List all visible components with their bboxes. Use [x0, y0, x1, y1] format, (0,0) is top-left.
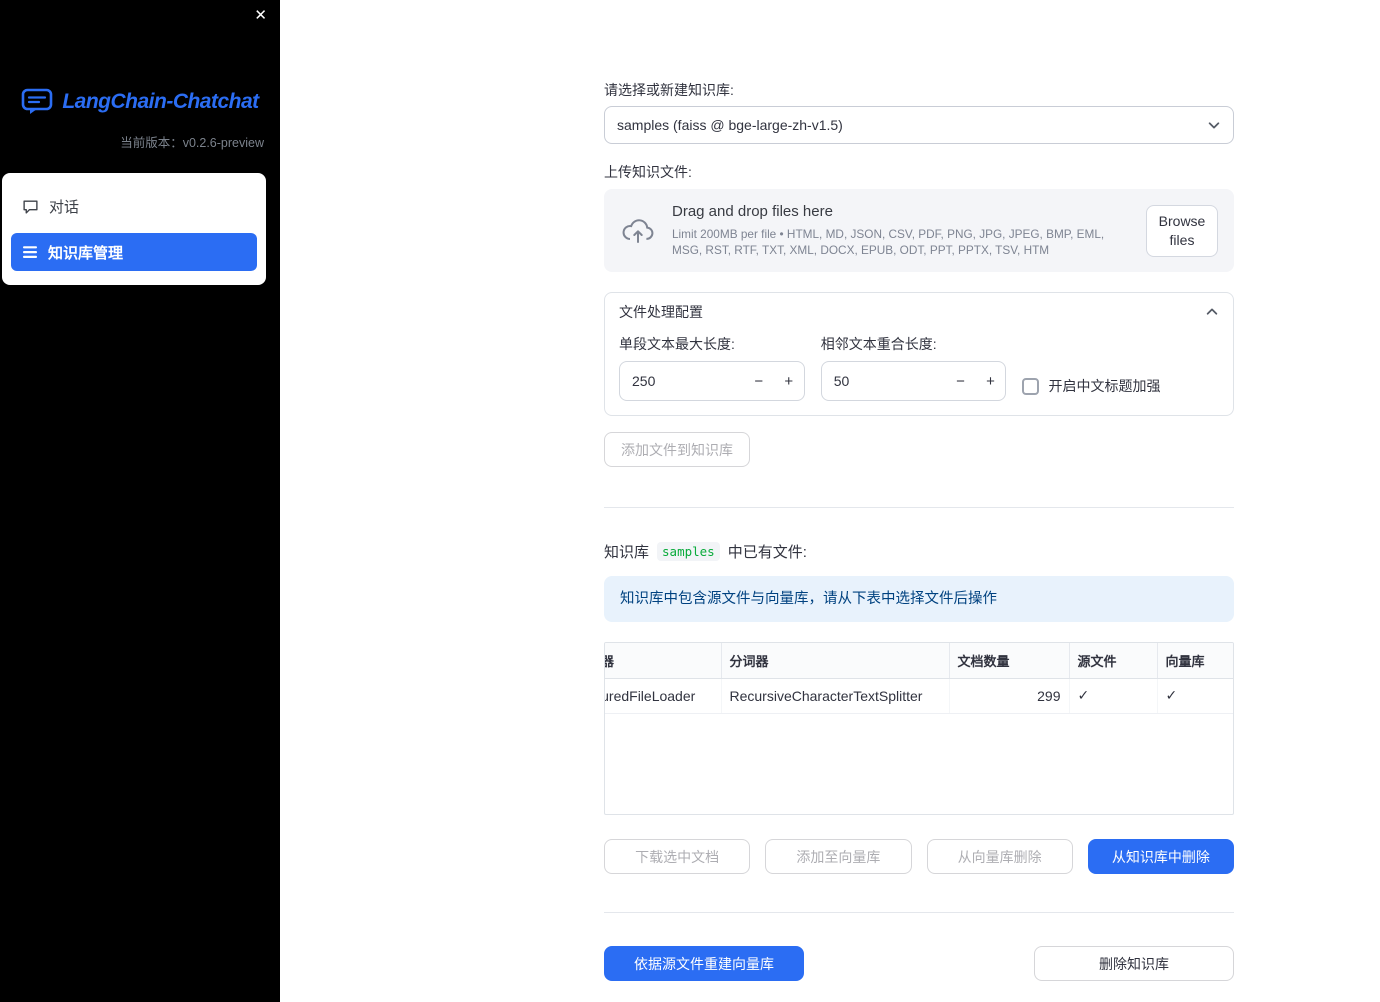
upload-label: 上传知识文件: — [604, 164, 692, 180]
plus-button[interactable]: + — [774, 362, 804, 400]
zh-title-checkbox-label: 开启中文标题加强 — [1048, 378, 1161, 394]
list-icon — [22, 244, 38, 260]
cell-splitter: RecursiveCharacterTextSplitter — [721, 678, 950, 714]
add-files-button[interactable]: 添加文件到知识库 — [604, 432, 750, 467]
chat-icon — [22, 198, 39, 215]
divider — [604, 912, 1234, 913]
delete-from-vector-store-button[interactable]: 从向量库删除 — [926, 839, 1073, 874]
col-splitter[interactable]: 分词器 — [721, 643, 950, 679]
zh-title-checkbox-field: 开启中文标题加强 — [1022, 371, 1219, 401]
logo-text: LangChain-Chatchat — [62, 90, 259, 113]
kb-select-label: 请选择或新建知识库: — [604, 82, 734, 98]
expander-title: 文件处理配置 — [619, 304, 703, 320]
max-length-label: 单段文本最大长度: — [619, 336, 735, 352]
file-config-body: 单段文本最大长度: 250 − + 相邻文本重合长度: 50 − + 开启中文标… — [605, 331, 1233, 415]
add-to-vector-store-button[interactable]: 添加至向量库 — [765, 839, 912, 874]
chevron-down-icon — [1207, 118, 1221, 132]
plus-button[interactable]: + — [975, 362, 1005, 400]
browse-files-button[interactable]: Browse files — [1146, 204, 1218, 257]
file-config-expander-header[interactable]: 文件处理配置 — [605, 293, 1233, 331]
content-column: 请选择或新建知识库: samples (faiss @ bge-large-zh… — [604, 80, 1234, 981]
download-selected-button[interactable]: 下载选中文档 — [604, 839, 751, 874]
sidebar: ✕ LangChain-Chatchat 当前版本：v0.2.6-preview — [0, 0, 280, 1002]
menu-item-label: 知识库管理 — [48, 244, 124, 262]
cell-doc-loader: UnstructuredFileLoader — [605, 678, 722, 714]
cell-source-file-check: ✓ — [1069, 678, 1158, 714]
cell-vector-store-check: ✓ — [1157, 678, 1233, 714]
menu-item-label: 对话 — [49, 198, 80, 216]
kb-files-suffix: 中已有文件: — [727, 544, 807, 561]
max-length-field: 单段文本最大长度: 250 − + — [619, 335, 805, 401]
table-header-row: 文档加载器 分词器 文档数量 源文件 向量库 — [605, 643, 1233, 679]
divider — [604, 507, 1234, 508]
rebuild-vector-store-button[interactable]: 依据源文件重建向量库 — [604, 946, 804, 981]
cloud-upload-icon — [620, 217, 656, 245]
delete-kb-button[interactable]: 删除知识库 — [1034, 946, 1234, 981]
cell-doc-count: 299 — [949, 678, 1070, 714]
overlap-field: 相邻文本重合长度: 50 − + — [820, 335, 1007, 401]
close-icon: ✕ — [254, 7, 267, 24]
kb-name-code: samples — [657, 542, 720, 561]
uploader-drag-text: Drag and drop files here — [672, 203, 833, 220]
col-vector-store[interactable]: 向量库 — [1157, 643, 1233, 679]
minus-button[interactable]: − — [744, 362, 774, 400]
max-length-value[interactable]: 250 — [620, 373, 744, 389]
minus-button[interactable]: − — [945, 362, 975, 400]
logo-chat-icon — [21, 88, 53, 116]
zh-title-checkbox[interactable] — [1022, 377, 1040, 395]
kb-files-heading: 知识库 samples 中已有文件: — [604, 541, 1234, 562]
menu-item-dialogue[interactable]: 对话 — [11, 187, 257, 225]
kb-select[interactable]: samples (faiss @ bge-large-zh-v1.5) — [604, 106, 1234, 144]
files-table-grid: 文档加载器 分词器 文档数量 源文件 向量库 UnstructuredFileL… — [605, 643, 1233, 714]
files-table: 文档加载器 分词器 文档数量 源文件 向量库 UnstructuredFileL… — [604, 642, 1234, 815]
file-action-buttons: 下载选中文档 添加至向量库 从向量库删除 从知识库中删除 — [604, 839, 1234, 874]
chevron-up-icon — [1205, 305, 1219, 319]
overlap-label: 相邻文本重合长度: — [820, 336, 937, 352]
uploader-limit-text: Limit 200MB per file • HTML, MD, JSON, C… — [672, 227, 1105, 257]
col-source-file[interactable]: 源文件 — [1069, 643, 1158, 679]
uploader-texts: Drag and drop files here Limit 200MB per… — [672, 203, 1130, 258]
overlap-input[interactable]: 50 − + — [820, 361, 1007, 401]
col-doc-loader[interactable]: 文档加载器 — [605, 643, 722, 679]
max-length-input[interactable]: 250 − + — [619, 361, 805, 401]
delete-from-kb-button[interactable]: 从知识库中删除 — [1087, 839, 1234, 874]
kb-action-buttons: 依据源文件重建向量库 删除知识库 — [604, 946, 1234, 981]
file-config-expander: 文件处理配置 单段文本最大长度: 250 − + 相邻文本重合长度: 50 − … — [604, 292, 1234, 416]
overlap-value[interactable]: 50 — [822, 373, 946, 389]
file-uploader-dropzone[interactable]: Drag and drop files here Limit 200MB per… — [604, 189, 1234, 272]
col-doc-count[interactable]: 文档数量 — [949, 643, 1070, 679]
menu-item-knowledge-base[interactable]: 知识库管理 — [11, 233, 257, 271]
main-area: 请选择或新建知识库: samples (faiss @ bge-large-zh… — [280, 0, 1380, 1002]
sidebar-close-button[interactable]: ✕ — [254, 8, 267, 23]
kb-select-value: samples (faiss @ bge-large-zh-v1.5) — [617, 117, 843, 133]
app-logo: LangChain-Chatchat — [0, 88, 280, 116]
table-row[interactable]: UnstructuredFileLoader RecursiveCharacte… — [605, 678, 1233, 714]
sidebar-menu: 对话 知识库管理 — [2, 173, 266, 285]
version-text: 当前版本：v0.2.6-preview — [120, 136, 264, 150]
info-banner: 知识库中包含源文件与向量库，请从下表中选择文件后操作 — [604, 576, 1234, 622]
kb-files-prefix: 知识库 — [604, 544, 650, 561]
